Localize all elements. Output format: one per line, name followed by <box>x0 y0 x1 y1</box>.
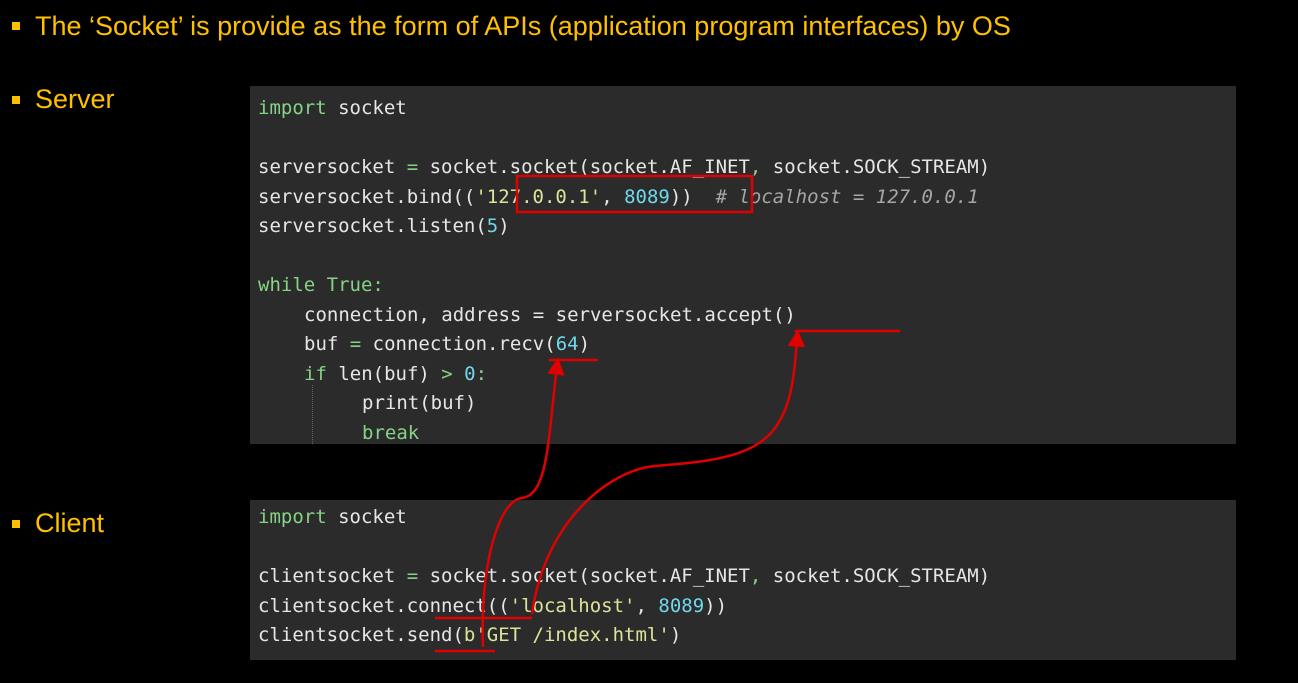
annotation-overlay <box>435 174 900 653</box>
send-to-recv-arrow <box>481 357 565 648</box>
address-highlight-box <box>515 174 754 214</box>
connect-to-accept-arrow <box>530 329 806 615</box>
